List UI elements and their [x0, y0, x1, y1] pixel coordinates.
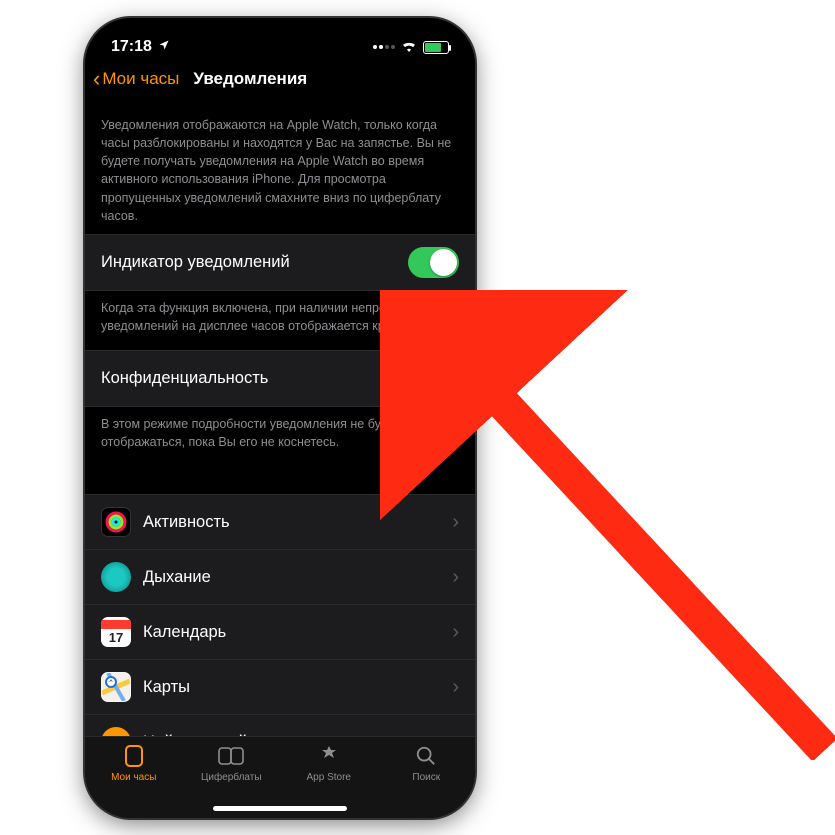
- activity-icon: [101, 507, 131, 537]
- chevron-right-icon: ›: [452, 511, 459, 534]
- chevron-right-icon: ›: [452, 676, 459, 699]
- canvas: 17:18 ‹ Мои часы: [0, 0, 835, 835]
- location-icon: [158, 39, 170, 55]
- status-right: [373, 40, 449, 55]
- faces-icon: [218, 743, 244, 769]
- app-label: Карты: [143, 678, 190, 697]
- tab-search[interactable]: Поиск: [378, 743, 476, 818]
- breathe-icon: [101, 562, 131, 592]
- wifi-icon: [401, 40, 417, 55]
- tab-label: Циферблаты: [201, 772, 262, 783]
- watch-icon: [121, 743, 147, 769]
- app-label: Календарь: [143, 623, 226, 642]
- tab-bar: Мои часы Циферблаты App Store Поиск: [85, 736, 475, 818]
- phone-frame: 17:18 ‹ Мои часы: [85, 18, 475, 818]
- status-left: 17:18: [111, 38, 170, 56]
- tab-label: Мои часы: [111, 772, 156, 783]
- page-title: Уведомления: [193, 69, 307, 89]
- tab-my-watch[interactable]: Мои часы: [85, 743, 183, 818]
- calendar-icon: 17: [101, 617, 131, 647]
- app-store-icon: [316, 743, 342, 769]
- status-time: 17:18: [111, 38, 152, 56]
- row-app-activity[interactable]: Активность ›: [85, 494, 475, 550]
- tab-label: Поиск: [412, 772, 440, 783]
- nav-bar: ‹ Мои часы Уведомления: [85, 62, 475, 102]
- row-app-breathe[interactable]: Дыхание ›: [85, 549, 475, 605]
- notch: [190, 18, 370, 46]
- back-button[interactable]: ‹ Мои часы: [93, 68, 179, 90]
- home-indicator: [213, 806, 347, 811]
- intro-text: Уведомления отображаются на Apple Watch,…: [85, 102, 475, 235]
- maps-icon: [101, 672, 131, 702]
- scroll-content[interactable]: Уведомления отображаются на Apple Watch,…: [85, 102, 475, 742]
- battery-fill: [425, 43, 441, 52]
- section-divider: [85, 467, 475, 495]
- tab-label: App Store: [307, 772, 351, 783]
- toggle-privacy[interactable]: [408, 363, 459, 394]
- chevron-left-icon: ‹: [93, 68, 100, 90]
- battery-icon: [423, 41, 449, 54]
- app-label: Дыхание: [143, 568, 211, 587]
- chevron-right-icon: ›: [452, 621, 459, 644]
- row-label: Конфиденциальность: [101, 369, 268, 388]
- row-label: Индикатор уведомлений: [101, 253, 290, 272]
- search-icon: [413, 743, 439, 769]
- indicator-footer: Когда эта функция включена, при наличии …: [85, 291, 475, 351]
- row-privacy[interactable]: Конфиденциальность: [85, 350, 475, 407]
- row-notification-indicator[interactable]: Индикатор уведомлений: [85, 234, 475, 291]
- cellular-icon: [373, 45, 395, 49]
- row-app-maps[interactable]: Карты ›: [85, 659, 475, 715]
- back-label: Мои часы: [102, 69, 179, 89]
- app-label: Активность: [143, 513, 230, 532]
- toggle-notification-indicator[interactable]: [408, 247, 459, 278]
- privacy-footer: В этом режиме подробности уведомления не…: [85, 407, 475, 467]
- chevron-right-icon: ›: [452, 566, 459, 589]
- row-app-calendar[interactable]: 17 Календарь ›: [85, 604, 475, 660]
